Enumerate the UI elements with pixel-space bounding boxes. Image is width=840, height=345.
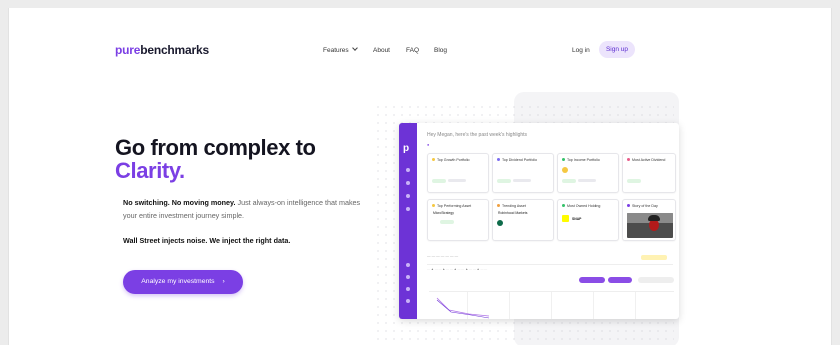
card-dot-icon [497, 204, 500, 207]
brand-logo[interactable]: purebenchmarks [115, 43, 209, 57]
card-title: Most Active Dividend [632, 158, 666, 162]
emoji-icon [562, 167, 568, 173]
mini-range-selector [638, 277, 674, 283]
hero-title-line2: Clarity. [115, 158, 185, 183]
card-dot-icon [627, 204, 630, 207]
card-title: Top Performing Asset [437, 204, 472, 208]
login-link[interactable]: Log in [572, 47, 590, 54]
hero-description: No switching. No moving money. Just alwa… [123, 196, 363, 222]
card-title: Trending Asset [502, 204, 526, 208]
nav-faq[interactable]: FAQ [406, 47, 419, 54]
card-dot-icon [497, 158, 500, 161]
page-frame: purebenchmarks Features About FAQ Blog L… [8, 8, 832, 345]
card-dot-icon [432, 204, 435, 207]
brand-part1: pure [115, 43, 141, 57]
gain-badge [432, 179, 446, 183]
company-logo-icon [497, 220, 503, 226]
card-title: Story of the Day [632, 204, 658, 208]
dashboard-sidebar: p [399, 123, 417, 319]
snapchat-logo-icon [562, 215, 569, 222]
nav-features[interactable]: Features [323, 45, 358, 54]
card-title: Most Owned Holding [567, 204, 601, 208]
nav-features-label: Features [323, 47, 349, 54]
metrics-row-placeholder: ··· ▲ ··· ··· ▲ ··· ··· ▲ ··· ··· ▲ ··· … [427, 267, 488, 271]
sidebar-nav-icon [406, 299, 410, 303]
highlight-card: Trending Asset Robinhood Markets [492, 199, 554, 241]
nav-about[interactable]: About [373, 47, 390, 54]
card-subtitle: SNAP [572, 217, 582, 221]
story-thumbnail [627, 213, 673, 238]
card-title: Top Income Portfolio [567, 158, 600, 162]
mini-action-button [579, 277, 605, 283]
thumbnail-hat [648, 215, 660, 221]
highlight-card: Top Performing Asset MicroStrategy [427, 199, 489, 241]
sidebar-nav-icon [406, 263, 410, 267]
chevron-down-icon [351, 45, 358, 51]
highlight-card: Most Active Dividend [622, 153, 676, 193]
sidebar-nav-icon [406, 287, 410, 291]
gain-badge [440, 220, 454, 224]
card-subtitle: Robinhood Markets [498, 211, 528, 215]
highlight-card: Most Owned Holding SNAP [557, 199, 619, 241]
placeholder-bar [578, 179, 596, 182]
divider [427, 264, 673, 265]
signup-button[interactable]: Sign up [599, 41, 635, 58]
section-label-placeholder: — — — — — — — [427, 254, 459, 258]
card-dot-icon [562, 158, 565, 161]
cta-label: Analyze my investments [141, 278, 215, 285]
highlight-card: Top Growth Portfolio [427, 153, 489, 193]
nav-blog[interactable]: Blog [434, 47, 447, 54]
sidebar-nav-icon [406, 275, 410, 279]
mini-action-button [608, 277, 632, 283]
hero-title-line1: Go from complex to [115, 135, 316, 160]
sidebar-logo-icon: p [403, 143, 410, 154]
chart-lines [436, 297, 490, 319]
performance-chart [429, 291, 674, 319]
card-dot-icon [432, 158, 435, 161]
gain-badge [497, 179, 511, 183]
gain-badge [562, 179, 576, 183]
brand-part2: benchmarks [140, 43, 209, 57]
sidebar-nav-icon [406, 207, 410, 211]
highlight-card: Top Dividend Portfolio [492, 153, 554, 193]
sidebar-nav-icon [406, 181, 410, 185]
hero-description-bold: No switching. No moving money. [123, 198, 236, 207]
highlight-card: Story of the Day [622, 199, 676, 241]
placeholder-bar [513, 179, 531, 182]
highlight-card: Top Income Portfolio [557, 153, 619, 193]
chevron-right-icon: › [222, 278, 225, 285]
hero-tagline: Wall Street injects noise. We inject the… [123, 236, 291, 245]
card-title: Top Dividend Portfolio [502, 158, 537, 162]
dashboard-subtext: ● [427, 143, 430, 147]
sidebar-nav-icon [406, 168, 410, 172]
placeholder-bar [448, 179, 466, 182]
sidebar-nav-icon [406, 194, 410, 198]
card-subtitle: MicroStrategy [433, 211, 454, 215]
card-dot-icon [627, 158, 630, 161]
analyze-investments-button[interactable]: Analyze my investments › [123, 270, 243, 294]
card-title: Top Growth Portfolio [437, 158, 470, 162]
card-dot-icon [562, 204, 565, 207]
gain-badge [627, 179, 641, 183]
dashboard-greeting: Hey Megan, here's the past week's highli… [427, 132, 528, 138]
dashboard-preview: p Hey Megan, here's the past week's high… [399, 123, 679, 319]
status-tag [641, 255, 667, 260]
